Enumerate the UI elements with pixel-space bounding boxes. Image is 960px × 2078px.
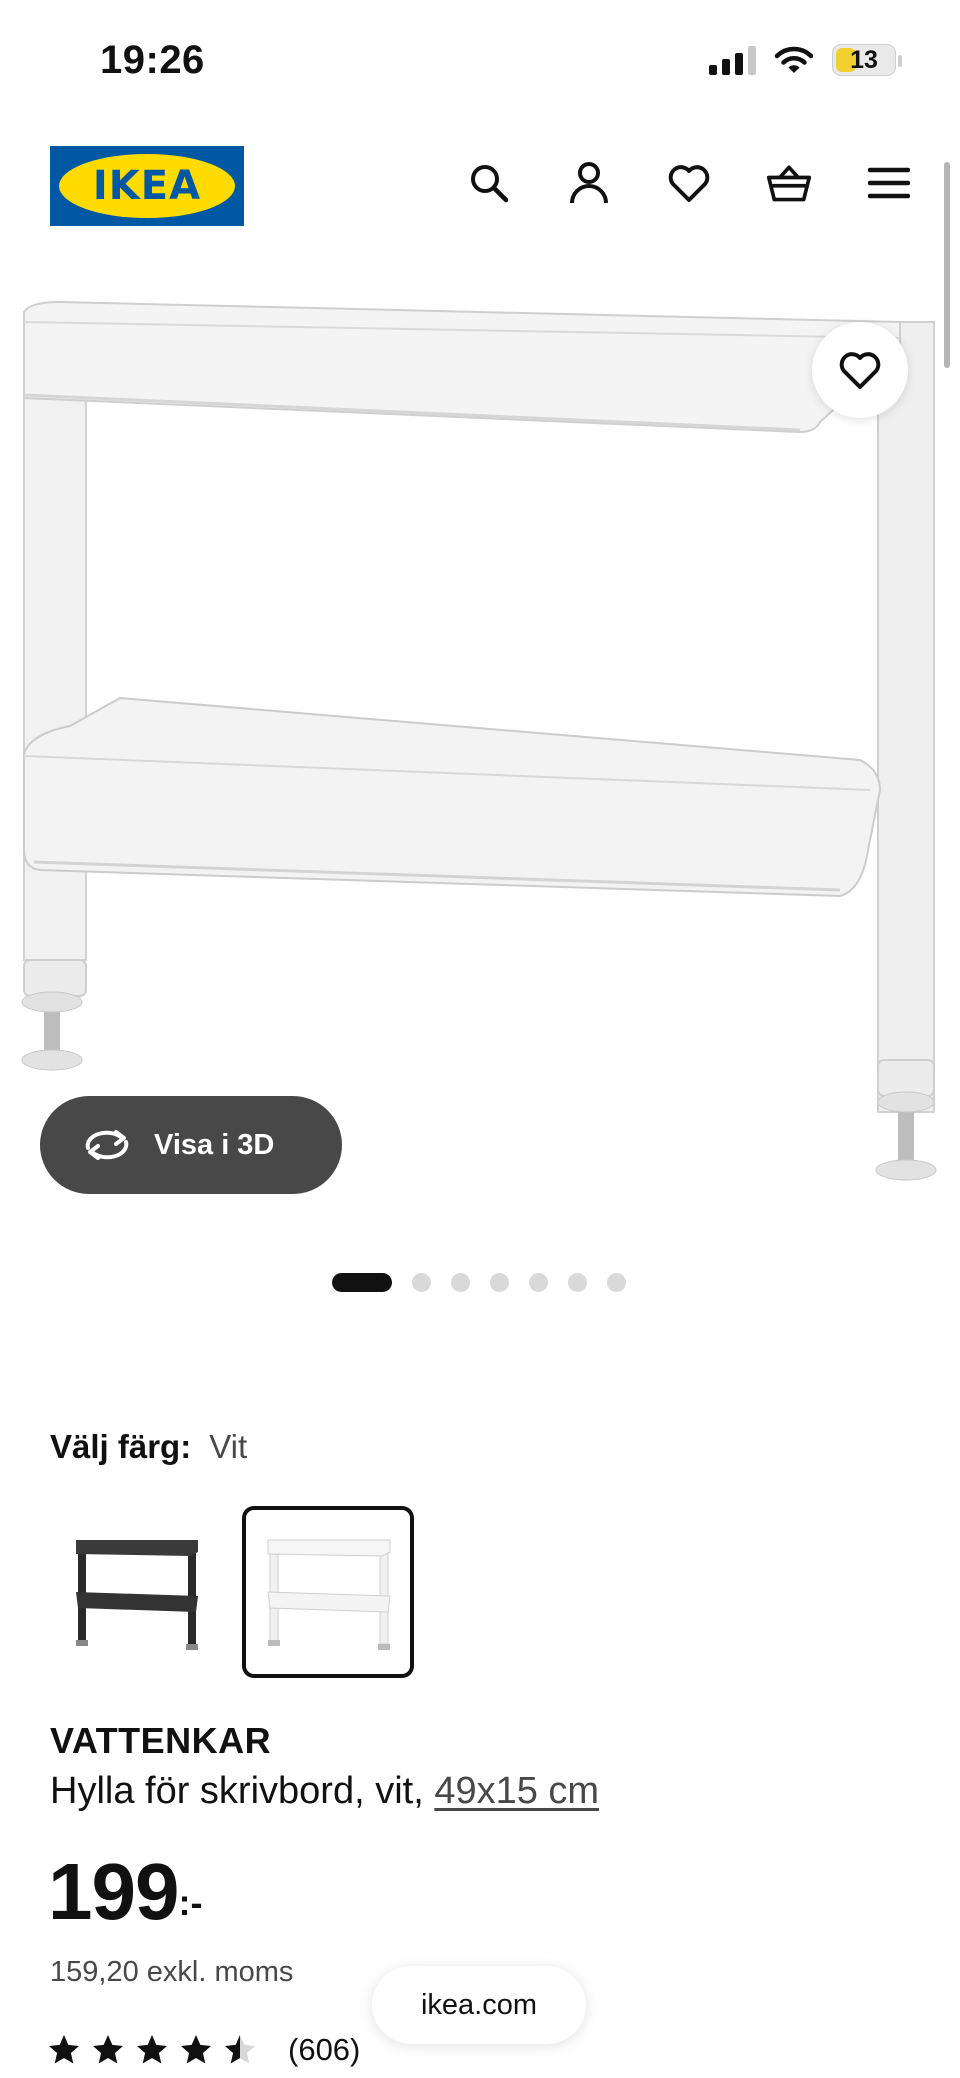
pager-dot[interactable] (607, 1273, 626, 1292)
star-icon (137, 2035, 167, 2064)
price-value: 199 (48, 1847, 179, 1936)
product-price: 199 :- (48, 1852, 202, 1932)
black-shelf-thumbnail (76, 1540, 198, 1650)
ikea-logo[interactable]: IKEA (50, 146, 244, 226)
pager-dot[interactable] (332, 1273, 392, 1292)
battery-icon: 13 (832, 44, 902, 76)
star-icon (93, 2035, 123, 2064)
color-option-black[interactable] (50, 1506, 222, 1678)
view-3d-label: Visa i 3D (154, 1128, 275, 1161)
pager-dot[interactable] (568, 1273, 587, 1292)
site-header: IKEA (0, 140, 960, 230)
menu-icon[interactable] (866, 160, 912, 206)
color-picker-label: Välj färg: (50, 1428, 192, 1465)
heart-icon (839, 352, 881, 389)
heart-icon[interactable] (666, 160, 712, 206)
pager-dot[interactable] (529, 1273, 548, 1292)
color-option-white[interactable] (242, 1506, 414, 1678)
view-3d-button[interactable]: Visa i 3D (40, 1096, 342, 1194)
product-name: VATTENKAR (50, 1720, 272, 1761)
status-bar: 19:26 13 (0, 0, 960, 120)
header-actions (466, 160, 912, 206)
price-excl-vat: 159,20 exkl. moms (50, 1956, 294, 1988)
color-picker-label-row: Välj färg: Vit (50, 1428, 247, 1466)
product-image[interactable] (0, 290, 960, 1230)
search-icon[interactable] (466, 160, 512, 206)
status-time: 19:26 (100, 38, 205, 82)
product-description: Hylla för skrivbord, vit, 49x15 cm (50, 1770, 599, 1813)
battery-level: 13 (850, 45, 878, 74)
star-icon (49, 2035, 79, 2064)
signal-icon (709, 45, 756, 75)
color-selected-value: Vit (209, 1428, 248, 1465)
wifi-icon (774, 46, 814, 73)
cart-icon[interactable] (766, 160, 812, 206)
browser-url-pill[interactable]: ikea.com (372, 1966, 586, 2044)
logo-text: IKEA (92, 163, 202, 209)
favorite-button[interactable] (812, 322, 908, 418)
star-icon (181, 2035, 211, 2064)
half-star-icon (225, 2035, 255, 2064)
price-suffix: :- (178, 1882, 203, 1923)
product-description-text: Hylla för skrivbord, vit, (50, 1770, 424, 1812)
rotate-3d-icon (85, 1130, 129, 1160)
product-size-link[interactable]: 49x15 cm (434, 1770, 599, 1812)
review-count: (606) (288, 2032, 361, 2067)
product-rating[interactable]: (606) (46, 2032, 360, 2068)
pager-dot[interactable] (451, 1273, 470, 1292)
pager-dot[interactable] (490, 1273, 509, 1292)
account-icon[interactable] (566, 160, 612, 206)
status-icons: 13 (709, 44, 902, 76)
pager-dot[interactable] (412, 1273, 431, 1292)
image-pager (332, 1273, 626, 1292)
white-shelf-thumbnail (267, 1539, 391, 1650)
